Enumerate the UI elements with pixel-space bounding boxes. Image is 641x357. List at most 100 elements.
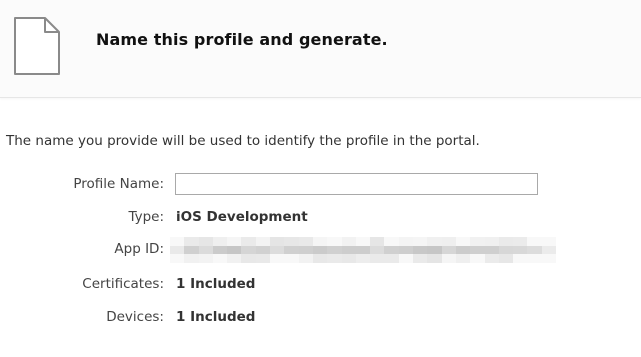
redaction-mosaic-cell <box>298 245 313 255</box>
redaction-mosaic-cell <box>441 237 456 246</box>
redaction-mosaic-cell <box>255 237 271 246</box>
redaction-mosaic-cell <box>284 245 299 255</box>
redaction-mosaic-column <box>384 237 399 264</box>
redaction-mosaic-cell <box>312 237 328 246</box>
intro-text: The name you provide will be used to ide… <box>6 133 480 149</box>
redaction-mosaic-cell <box>341 254 356 264</box>
redaction-mosaic-cell <box>241 245 256 255</box>
redaction-mosaic-cell <box>198 254 213 264</box>
redaction-mosaic-cell <box>327 245 342 255</box>
redaction-mosaic-column <box>441 237 456 264</box>
redaction-mosaic-cell <box>284 237 299 246</box>
redaction-mosaic-cell <box>455 254 471 264</box>
redaction-mosaic-cell <box>527 254 542 264</box>
type-label: Type: <box>128 209 164 225</box>
redaction-mosaic-cell <box>513 245 528 255</box>
redaction-mosaic-cell <box>355 254 371 264</box>
certificates-value: 1 Included <box>176 276 256 292</box>
redaction-mosaic-cell <box>455 245 471 255</box>
redaction-mosaic-cell <box>384 237 399 246</box>
redaction-mosaic-cell <box>455 237 471 246</box>
redaction-mosaic-column <box>170 237 185 264</box>
redaction-mosaic-cell <box>355 245 371 255</box>
redaction-mosaic-cell <box>255 254 271 264</box>
redaction-mosaic-column <box>184 237 199 264</box>
redaction-mosaic-column <box>398 237 414 264</box>
redaction-mosaic-cell <box>484 245 499 255</box>
redaction-mosaic-cell <box>370 237 385 246</box>
redaction-mosaic-cell <box>212 254 228 264</box>
redaction-mosaic-cell <box>441 245 456 255</box>
redaction-mosaic-cell <box>284 254 299 264</box>
redaction-mosaic-column <box>498 237 514 264</box>
redaction-mosaic-cell <box>270 245 285 255</box>
redaction-mosaic-column <box>312 237 328 264</box>
redaction-mosaic-column <box>455 237 471 264</box>
redaction-mosaic-cell <box>370 254 385 264</box>
redaction-mosaic-column <box>341 237 356 264</box>
type-value: iOS Development <box>176 209 308 225</box>
page-title: Name this profile and generate. <box>96 30 388 49</box>
redaction-mosaic-cell <box>227 237 242 246</box>
redaction-mosaic-cell <box>441 254 456 264</box>
type-row: Type: iOS Development <box>0 205 641 229</box>
redaction-mosaic-cell <box>198 245 213 255</box>
redaction-mosaic-cell <box>398 237 414 246</box>
redaction-mosaic-column <box>413 237 428 264</box>
redaction-mosaic-cell <box>527 245 542 255</box>
redaction-mosaic-cell <box>470 254 485 264</box>
app-id-row: App ID: <box>0 237 641 264</box>
redaction-mosaic-cell <box>227 245 242 255</box>
redaction-mosaic-cell <box>355 237 371 246</box>
redaction-mosaic-cell <box>470 245 485 255</box>
redaction-mosaic-cell <box>427 237 442 246</box>
redaction-mosaic-cell <box>413 245 428 255</box>
redaction-mosaic-cell <box>370 245 385 255</box>
redaction-mosaic-column <box>212 237 228 264</box>
redaction-mosaic-cell <box>541 237 557 246</box>
redaction-mosaic-column <box>327 237 342 264</box>
app-id-label: App ID: <box>114 241 164 257</box>
redaction-mosaic-cell <box>513 237 528 246</box>
redaction-mosaic-cell <box>212 237 228 246</box>
redaction-mosaic-cell <box>484 254 499 264</box>
redaction-mosaic-cell <box>427 245 442 255</box>
redaction-mosaic-cell <box>184 245 199 255</box>
redaction-mosaic-cell <box>170 245 185 255</box>
redaction-mosaic-cell <box>513 254 528 264</box>
header-bar: Name this profile and generate. <box>0 0 641 98</box>
redaction-mosaic-column <box>513 237 528 264</box>
redaction-mosaic-cell <box>298 237 313 246</box>
redaction-mosaic-column <box>227 237 242 264</box>
redaction-mosaic-cell <box>227 254 242 264</box>
redaction-mosaic-cell <box>398 245 414 255</box>
redaction-mosaic-column <box>198 237 213 264</box>
redaction-mosaic-cell <box>384 254 399 264</box>
profile-name-row: Profile Name: <box>0 172 641 196</box>
redaction-mosaic-cell <box>184 237 199 246</box>
redaction-mosaic-cell <box>384 245 399 255</box>
devices-row: Devices: 1 Included <box>0 305 641 329</box>
redaction-mosaic-cell <box>398 254 414 264</box>
redaction-mosaic-column <box>527 237 542 264</box>
document-icon <box>14 17 60 75</box>
redaction-mosaic-cell <box>198 237 213 246</box>
redaction-mosaic-cell <box>270 237 285 246</box>
redaction-mosaic-cell <box>327 254 342 264</box>
redaction-mosaic-column <box>427 237 442 264</box>
redaction-mosaic-cell <box>541 254 557 264</box>
redaction-mosaic-cell <box>527 237 542 246</box>
redaction-mosaic-column <box>355 237 371 264</box>
redaction-mosaic-column <box>484 237 499 264</box>
redaction-mosaic-cell <box>312 254 328 264</box>
redaction-mosaic-cell <box>170 237 185 246</box>
redaction-mosaic-cell <box>341 237 356 246</box>
redaction-mosaic-cell <box>484 237 499 246</box>
redaction-mosaic-cell <box>270 254 285 264</box>
redaction-mosaic-cell <box>470 237 485 246</box>
redaction-mosaic-cell <box>184 254 199 264</box>
redaction-mosaic-cell <box>255 245 271 255</box>
devices-label: Devices: <box>106 309 164 325</box>
redaction-mosaic-cell <box>413 254 428 264</box>
profile-name-input[interactable] <box>175 173 538 195</box>
